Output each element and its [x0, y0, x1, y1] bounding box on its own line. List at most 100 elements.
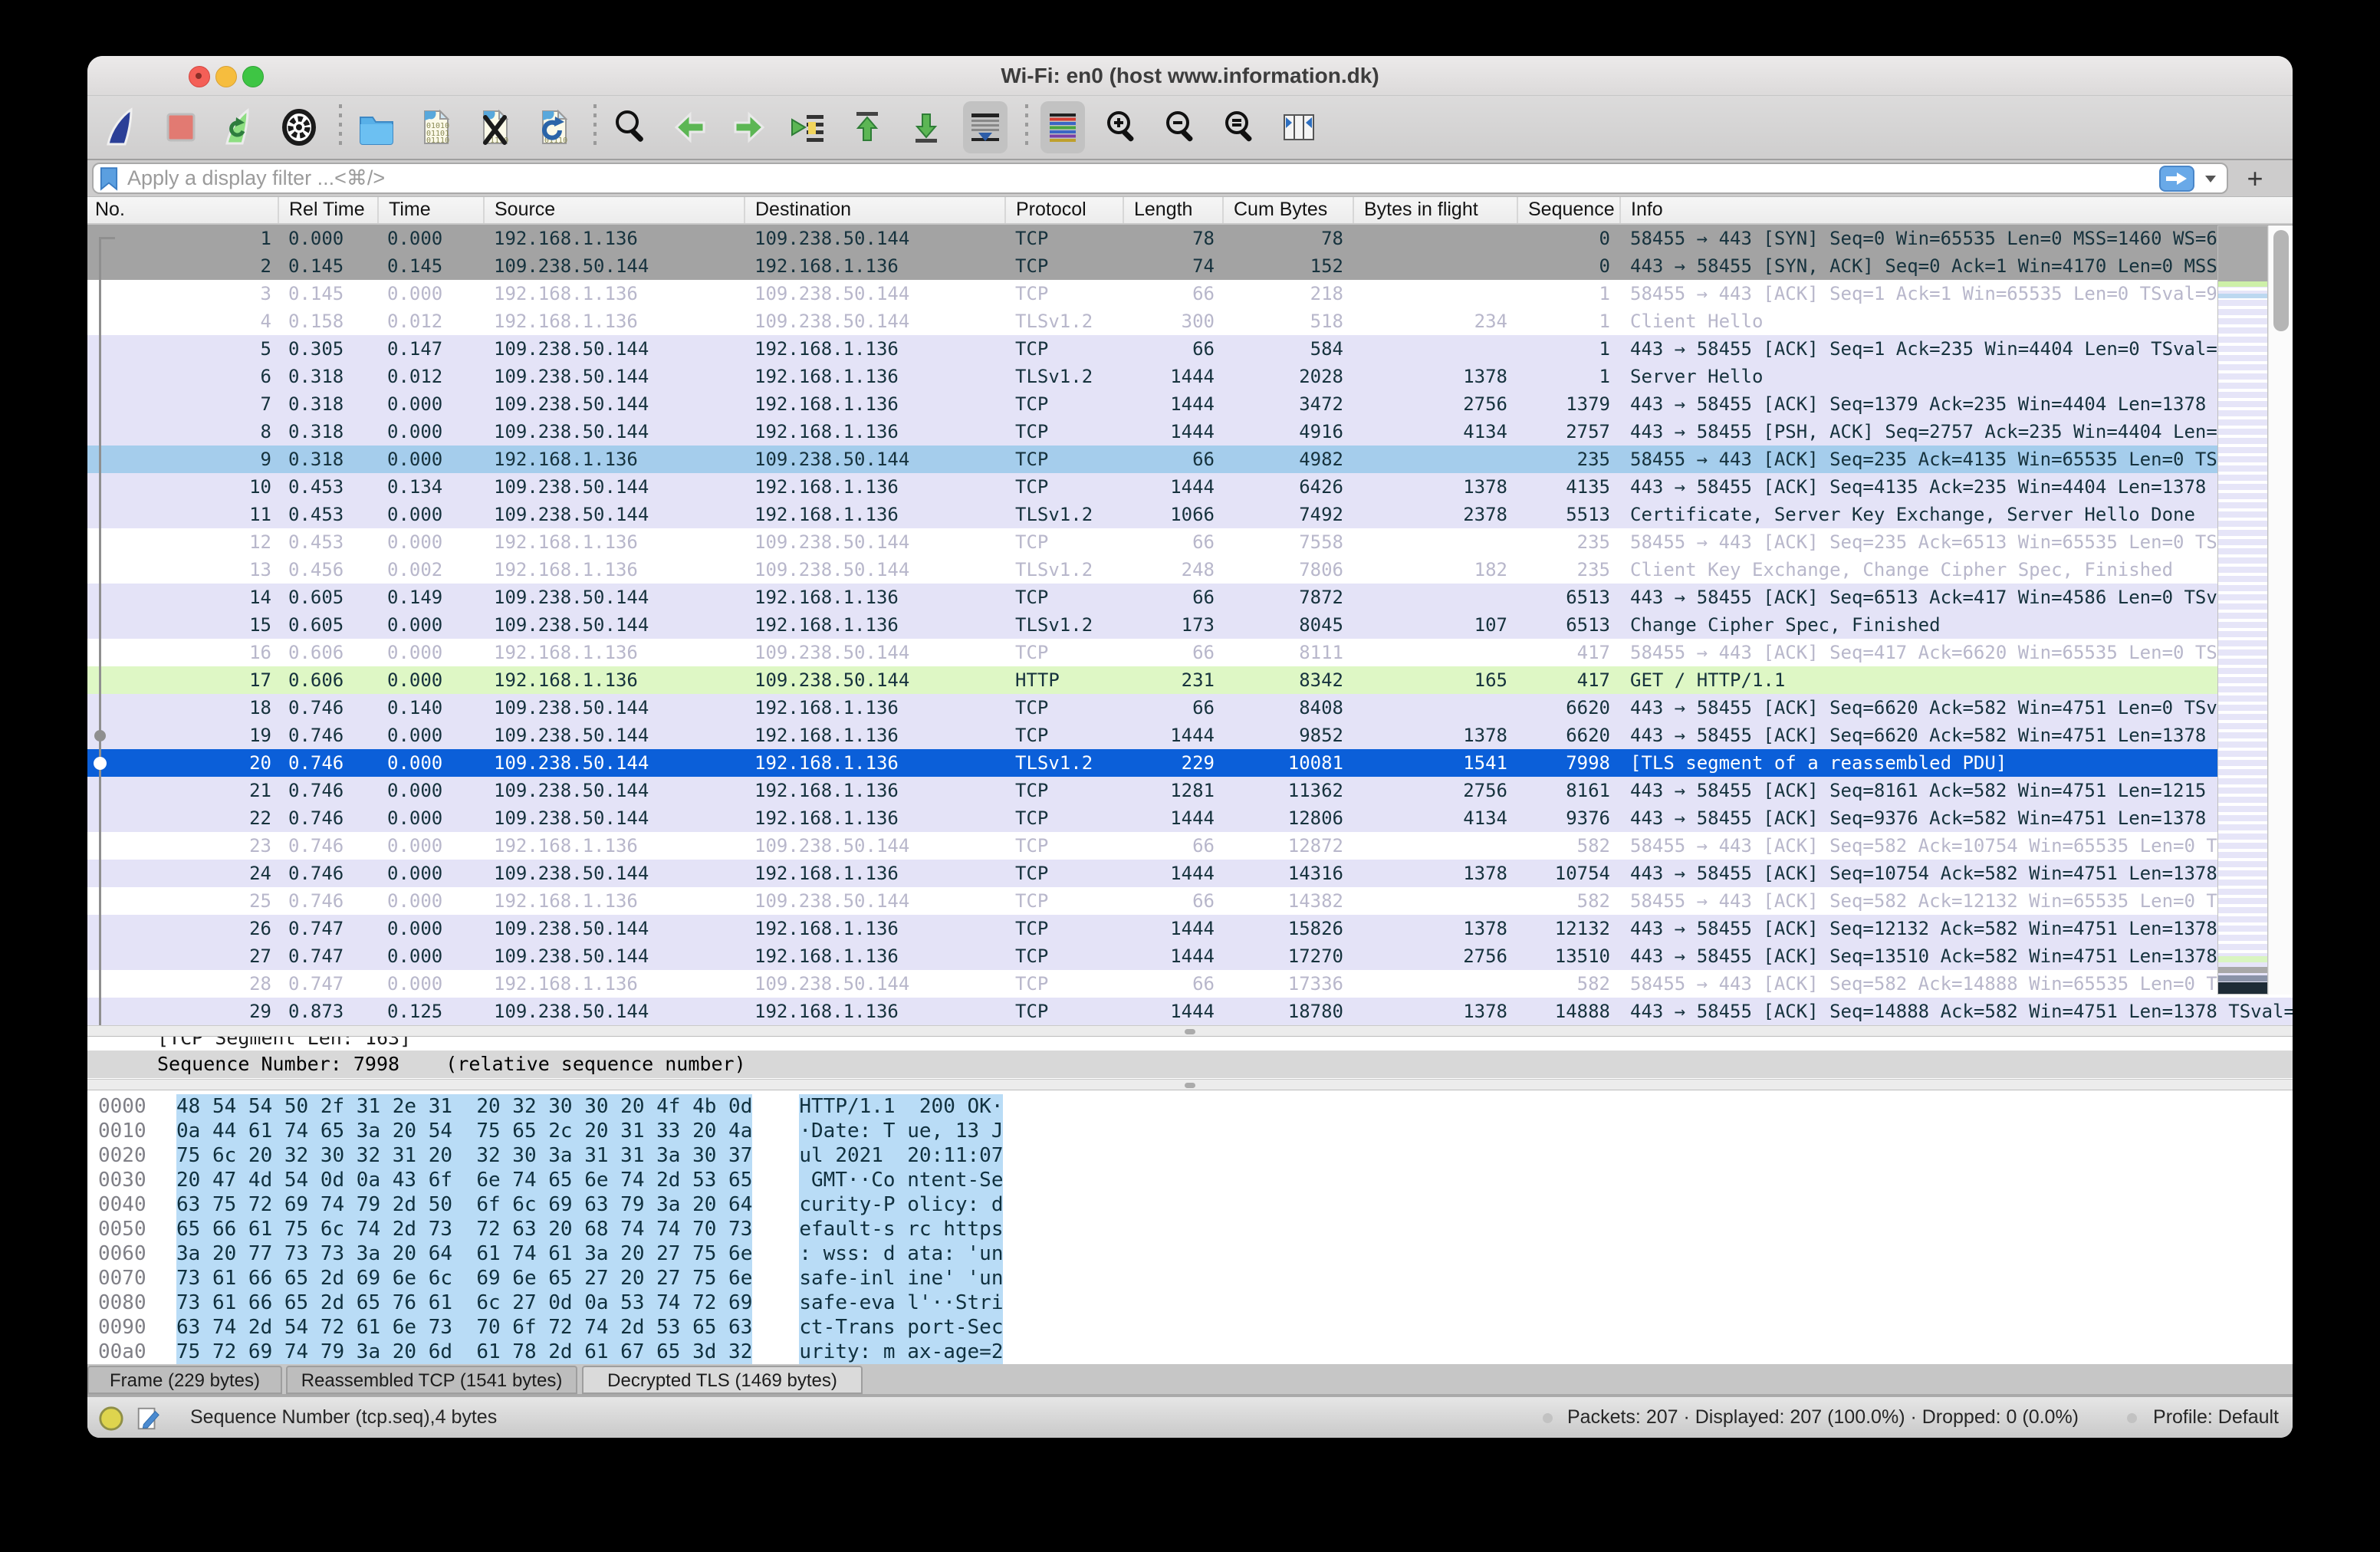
hex-ascii[interactable]: : wss: d ata: 'un — [799, 1241, 1003, 1266]
reload-file-button[interactable]: 01110 — [531, 101, 576, 153]
hex-ascii[interactable]: urity: m ax-age=2 — [799, 1340, 1003, 1364]
packet-row[interactable]: 80.3180.000109.238.50.144192.168.1.136TC… — [87, 418, 2293, 446]
hex-row[interactable]: 005065 66 61 75 6c 74 2d 73 72 63 20 68 … — [87, 1217, 2293, 1241]
packet-row[interactable]: 160.6060.000192.168.1.136109.238.50.144T… — [87, 639, 2293, 666]
bytes-tab-frame[interactable]: Frame (229 bytes) — [87, 1366, 282, 1394]
go-last-packet-button[interactable] — [904, 101, 948, 153]
packet-row[interactable]: 190.7460.000109.238.50.144192.168.1.136T… — [87, 722, 2293, 749]
column-header-rel-time[interactable]: Rel Time — [278, 197, 377, 223]
status-profile[interactable]: Profile: Default — [2153, 1397, 2279, 1438]
packet-row[interactable]: 110.4530.000109.238.50.144192.168.1.136T… — [87, 501, 2293, 528]
detail-row-sequence-number-selected[interactable]: Sequence Number: 7998 (relative sequence… — [87, 1051, 2293, 1078]
hex-ascii[interactable]: HTTP/1.1 200 OK· — [799, 1094, 1003, 1119]
packet-row[interactable]: 180.7460.140109.238.50.144192.168.1.136T… — [87, 694, 2293, 722]
packet-row[interactable]: 200.7460.000109.238.50.144192.168.1.136T… — [87, 749, 2293, 777]
hex-row[interactable]: 00a075 72 69 74 79 3a 20 6d 61 78 2d 61 … — [87, 1340, 2293, 1364]
hex-ascii[interactable]: safe-eva l'··Stri — [799, 1291, 1003, 1315]
column-header-length[interactable]: Length — [1123, 197, 1222, 223]
restart-capture-button[interactable] — [218, 101, 262, 153]
packet-row[interactable]: 170.6060.000192.168.1.136109.238.50.144H… — [87, 666, 2293, 694]
packet-row[interactable]: 120.4530.000192.168.1.136109.238.50.144T… — [87, 528, 2293, 556]
hex-bytes[interactable]: 73 61 66 65 2d 65 76 61 6c 27 0d 0a 53 7… — [176, 1291, 752, 1315]
packet-row[interactable]: 70.3180.000109.238.50.144192.168.1.136TC… — [87, 390, 2293, 418]
bytes-tab-decrypted-tls[interactable]: Decrypted TLS (1469 bytes) — [582, 1366, 863, 1394]
hex-ascii[interactable]: ·Date: T ue, 13 J — [799, 1119, 1003, 1143]
hex-row[interactable]: 002075 6c 20 32 30 32 31 20 32 30 3a 31 … — [87, 1143, 2293, 1168]
packet-row[interactable]: 90.3180.000192.168.1.136109.238.50.144TC… — [87, 446, 2293, 473]
hex-row[interactable]: 00100a 44 61 74 65 3a 20 54 75 65 2c 20 … — [87, 1119, 2293, 1143]
column-header-source[interactable]: Source — [483, 197, 744, 223]
column-header-sequence[interactable]: Sequence — [1517, 197, 1619, 223]
vertical-scrollbar-thumb[interactable] — [2273, 230, 2289, 331]
hex-bytes[interactable]: 63 75 72 69 74 79 2d 50 6f 6c 69 63 79 3… — [176, 1192, 752, 1217]
capture-options-button[interactable] — [277, 101, 321, 153]
apply-filter-button[interactable] — [2159, 166, 2194, 192]
display-filter-field[interactable] — [92, 163, 2228, 194]
packet-row[interactable]: 20.1450.145109.238.50.144192.168.1.136TC… — [87, 252, 2293, 280]
hex-bytes[interactable]: 75 6c 20 32 30 32 31 20 32 30 3a 31 31 3… — [176, 1143, 752, 1168]
packet-row[interactable]: 100.4530.134109.238.50.144192.168.1.136T… — [87, 473, 2293, 501]
hex-ascii[interactable]: ul 2021 20:11:07 — [799, 1143, 1003, 1168]
column-header-destination[interactable]: Destination — [744, 197, 1004, 223]
zoom-out-button[interactable] — [1159, 101, 1203, 153]
display-filter-input[interactable] — [126, 166, 2159, 191]
vertical-scrollbar[interactable] — [2268, 225, 2293, 995]
find-packet-button[interactable] — [609, 101, 653, 153]
open-file-button[interactable] — [354, 101, 399, 153]
stop-capture-button[interactable] — [159, 101, 203, 153]
filter-bookmark-icon[interactable] — [100, 166, 118, 191]
go-back-button[interactable] — [668, 101, 712, 153]
packet-row[interactable]: 30.1450.000192.168.1.136109.238.50.144TC… — [87, 280, 2293, 307]
packet-row[interactable]: 10.0000.000192.168.1.136109.238.50.144TC… — [87, 225, 2293, 252]
column-header-time[interactable]: Time — [377, 197, 483, 223]
hex-ascii[interactable]: ct-Trans port-Sec — [799, 1315, 1003, 1340]
packet-row[interactable]: 140.6050.149109.238.50.144192.168.1.136T… — [87, 584, 2293, 611]
hex-bytes[interactable]: 63 74 2d 54 72 61 6e 73 70 6f 72 74 2d 5… — [176, 1315, 752, 1340]
save-file-button[interactable]: 010100110101110 — [413, 101, 458, 153]
detail-bytes-splitter[interactable] — [87, 1079, 2293, 1090]
packet-row[interactable]: 130.4560.002192.168.1.136109.238.50.144T… — [87, 556, 2293, 584]
expert-info-icon[interactable] — [98, 1406, 124, 1432]
hex-row[interactable]: 009063 74 2d 54 72 61 6e 73 70 6f 72 74 … — [87, 1315, 2293, 1340]
filter-history-dropdown-icon[interactable] — [2204, 174, 2217, 183]
hex-row[interactable]: 00603a 20 77 73 73 3a 20 64 61 74 61 3a … — [87, 1241, 2293, 1266]
column-header-cum-bytes[interactable]: Cum Bytes — [1222, 197, 1353, 223]
auto-scroll-button[interactable] — [963, 101, 1008, 153]
packet-row[interactable]: 290.8730.125109.238.50.144192.168.1.136T… — [87, 998, 2293, 1025]
hex-bytes[interactable]: 3a 20 77 73 73 3a 20 64 61 74 61 3a 20 2… — [176, 1241, 752, 1266]
hex-bytes[interactable]: 0a 44 61 74 65 3a 20 54 75 65 2c 20 31 3… — [176, 1119, 752, 1143]
add-filter-button[interactable]: + — [2239, 163, 2271, 194]
close-file-button[interactable]: 01110 — [472, 101, 517, 153]
zoom-normal-button[interactable] — [1218, 101, 1262, 153]
hex-row[interactable]: 003020 47 4d 54 0d 0a 43 6f 6e 74 65 6e … — [87, 1168, 2293, 1192]
resize-columns-button[interactable] — [1277, 101, 1321, 153]
packet-row[interactable]: 50.3050.147109.238.50.144192.168.1.136TC… — [87, 335, 2293, 363]
hex-bytes[interactable]: 75 72 69 74 79 3a 20 6d 61 78 2d 61 67 6… — [176, 1340, 752, 1364]
packet-row[interactable]: 220.7460.000109.238.50.144192.168.1.136T… — [87, 804, 2293, 832]
zoom-in-button[interactable] — [1100, 101, 1144, 153]
hex-ascii[interactable]: curity-P olicy: d — [799, 1192, 1003, 1217]
column-header-bytes-in-flight[interactable]: Bytes in flight — [1353, 197, 1517, 223]
packet-row[interactable]: 230.7460.000192.168.1.136109.238.50.144T… — [87, 832, 2293, 860]
packet-row[interactable]: 260.7470.000109.238.50.144192.168.1.136T… — [87, 915, 2293, 942]
hex-ascii[interactable]: efault-s rc https — [799, 1217, 1003, 1241]
hex-bytes[interactable]: 73 61 66 65 2d 69 6e 6c 69 6e 65 27 20 2… — [176, 1266, 752, 1291]
packet-row[interactable]: 150.6050.000109.238.50.144192.168.1.136T… — [87, 611, 2293, 639]
column-header-no-[interactable]: No. — [87, 197, 278, 223]
capture-comment-icon[interactable] — [135, 1406, 161, 1432]
list-detail-splitter[interactable] — [87, 1025, 2293, 1037]
go-to-packet-button[interactable] — [786, 101, 830, 153]
packet-row[interactable]: 240.7460.000109.238.50.144192.168.1.136T… — [87, 860, 2293, 887]
hex-row[interactable]: 004063 75 72 69 74 79 2d 50 6f 6c 69 63 … — [87, 1192, 2293, 1217]
bytes-tab-reassembled-tcp[interactable]: Reassembled TCP (1541 bytes) — [286, 1366, 577, 1394]
packet-row[interactable]: 210.7460.000109.238.50.144192.168.1.136T… — [87, 777, 2293, 804]
hex-ascii[interactable]: safe-inl ine' 'un — [799, 1266, 1003, 1291]
hex-row[interactable]: 000048 54 54 50 2f 31 2e 31 20 32 30 30 … — [87, 1094, 2293, 1119]
go-first-packet-button[interactable] — [845, 101, 889, 153]
column-header-protocol[interactable]: Protocol — [1004, 197, 1123, 223]
hex-bytes[interactable]: 20 47 4d 54 0d 0a 43 6f 6e 74 65 6e 74 2… — [176, 1168, 752, 1192]
hex-row[interactable]: 007073 61 66 65 2d 69 6e 6c 69 6e 65 27 … — [87, 1266, 2293, 1291]
go-forward-button[interactable] — [727, 101, 771, 153]
packet-row[interactable]: 60.3180.012109.238.50.144192.168.1.136TL… — [87, 363, 2293, 390]
packet-list-minimap[interactable] — [2217, 225, 2268, 995]
